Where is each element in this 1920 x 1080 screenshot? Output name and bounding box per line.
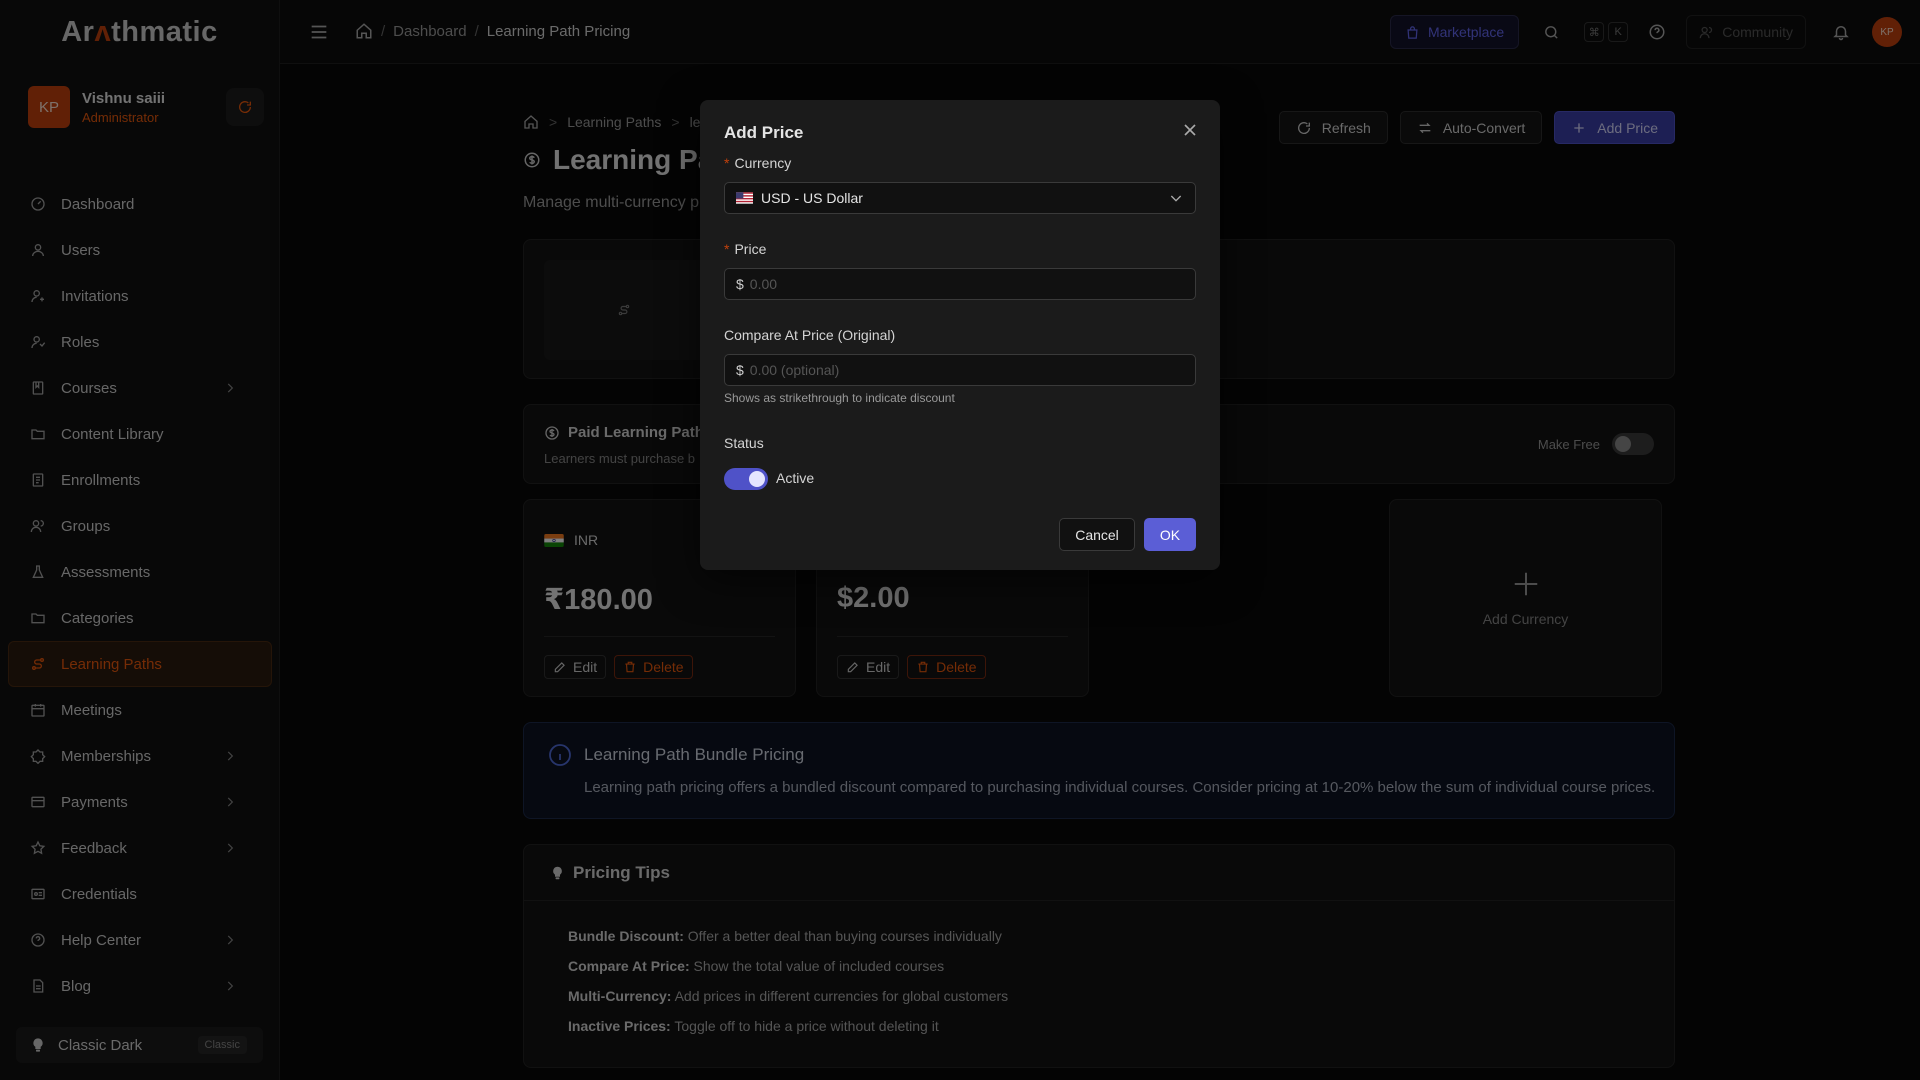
compare-at-price-input[interactable]: $ 0.00 (optional) — [724, 354, 1196, 386]
currency-select[interactable]: USD - US Dollar — [724, 182, 1196, 214]
currency-select-value: USD - US Dollar — [761, 190, 863, 206]
price-label: * Price — [724, 241, 766, 257]
price-placeholder: 0.00 — [749, 276, 778, 292]
modal-close-button[interactable] — [1180, 120, 1200, 140]
compare-placeholder: 0.00 (optional) — [749, 362, 840, 378]
currency-label-text: Currency — [734, 155, 792, 171]
close-icon — [1184, 124, 1196, 136]
chevron-down-icon — [1168, 190, 1184, 206]
ok-button[interactable]: OK — [1144, 518, 1196, 551]
price-label-text: Price — [734, 241, 767, 257]
compare-help-text: Shows as strikethrough to indicate disco… — [724, 391, 955, 405]
modal-title: Add Price — [724, 123, 804, 142]
add-price-modal: Add Price * Currency USD - US Dollar * Pri… — [700, 100, 1220, 570]
currency-label: * Currency — [724, 155, 791, 171]
compare-prefix: $ — [736, 362, 744, 378]
price-prefix: $ — [736, 276, 744, 292]
compare-at-price-label: Compare At Price (Original) — [724, 327, 896, 343]
status-value: Active — [776, 470, 815, 486]
status-toggle[interactable] — [724, 468, 768, 490]
required-mark: * — [724, 241, 730, 257]
price-input[interactable]: $ 0.00 — [724, 268, 1196, 300]
us-flag-icon — [736, 192, 753, 204]
status-label: Status — [724, 435, 764, 451]
required-mark: * — [724, 155, 730, 171]
cancel-button[interactable]: Cancel — [1059, 518, 1135, 551]
